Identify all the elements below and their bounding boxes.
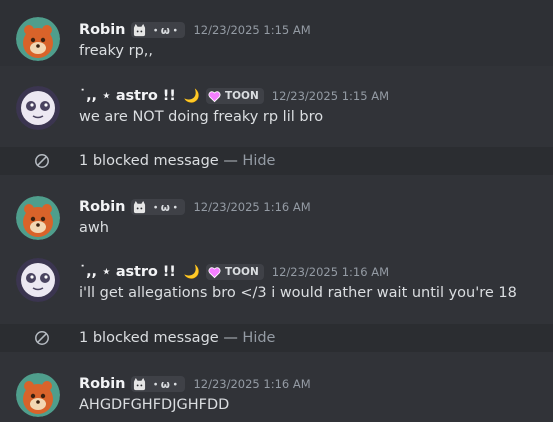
timestamp: 12/23/2025 1:15 AM xyxy=(271,89,389,103)
timestamp: 12/23/2025 1:15 AM xyxy=(193,23,311,37)
guild-tag[interactable]: TOON xyxy=(205,264,264,280)
avatar[interactable] xyxy=(16,373,60,417)
heart-icon xyxy=(208,90,221,102)
separator: — xyxy=(223,153,238,169)
timestamp: 12/23/2025 1:16 AM xyxy=(271,265,389,279)
moon-icon: 🌙 xyxy=(183,264,200,280)
blocked-message-label: 1 blocked message — Hide xyxy=(79,330,275,346)
timestamp: 12/23/2025 1:16 AM xyxy=(193,200,311,214)
cat-icon xyxy=(134,200,146,213)
guild-tag-text: ・ω・ xyxy=(150,378,181,391)
message-item[interactable]: Robin ・ω・ 12/23/2025 1:16 AM AHGDFGHFDJG… xyxy=(0,352,553,422)
blocked-message-label: 1 blocked message — Hide xyxy=(79,153,275,169)
guild-tag-text: ・ω・ xyxy=(150,24,181,37)
guild-tag-text: ・ω・ xyxy=(150,201,181,214)
heart-icon xyxy=(208,266,221,278)
separator: — xyxy=(223,330,238,346)
username[interactable]: ˙,, ⋆ astro !! xyxy=(79,264,176,280)
avatar[interactable] xyxy=(16,86,60,130)
moon-icon: 🌙 xyxy=(183,88,200,104)
username[interactable]: Robin xyxy=(79,199,125,215)
message-content: freaky rp,, xyxy=(79,43,154,59)
avatar[interactable] xyxy=(16,258,60,302)
timestamp: 12/23/2025 1:16 AM xyxy=(193,377,311,391)
guild-tag[interactable]: TOON xyxy=(205,88,264,104)
guild-tag[interactable]: ・ω・ xyxy=(131,22,186,38)
cat-icon xyxy=(134,23,146,36)
cat-icon xyxy=(134,377,146,390)
message-item[interactable]: ˙,, ⋆ astro !! 🌙 TOON 12/23/2025 1:15 AM… xyxy=(0,66,553,147)
chat-log: Robin ・ω・ 12/23/2025 1:15 AM freaky rp,, xyxy=(0,0,553,422)
message-content: we are NOT doing freaky rp lil bro xyxy=(79,109,324,125)
message-header: Robin ・ω・ 12/23/2025 1:16 AM xyxy=(79,197,311,217)
guild-tag[interactable]: ・ω・ xyxy=(131,376,186,392)
message-header: Robin ・ω・ 12/23/2025 1:15 AM xyxy=(79,20,311,40)
hide-link[interactable]: Hide xyxy=(242,330,275,346)
message-content: awh xyxy=(79,220,109,236)
message-content: AHGDFGHFDJGHFDD xyxy=(79,397,230,413)
message-item[interactable]: ˙,, ⋆ astro !! 🌙 TOON 12/23/2025 1:16 AM… xyxy=(0,245,553,324)
blocked-message-row[interactable]: 1 blocked message — Hide xyxy=(0,324,553,352)
message-content: i'll get allegations bro </3 i would rat… xyxy=(79,285,517,301)
message-item[interactable]: Robin ・ω・ 12/23/2025 1:15 AM freaky rp,, xyxy=(0,0,553,66)
guild-tag-text: TOON xyxy=(224,266,259,278)
message-header: Robin ・ω・ 12/23/2025 1:16 AM xyxy=(79,374,311,394)
username[interactable]: Robin xyxy=(79,22,125,38)
avatar[interactable] xyxy=(16,196,60,240)
blocked-icon xyxy=(35,331,49,345)
blocked-icon xyxy=(35,154,49,168)
username[interactable]: Robin xyxy=(79,376,125,392)
message-header: ˙,, ⋆ astro !! 🌙 TOON 12/23/2025 1:16 AM xyxy=(79,262,389,282)
guild-tag[interactable]: ・ω・ xyxy=(131,199,186,215)
username[interactable]: ˙,, ⋆ astro !! xyxy=(79,88,176,104)
guild-tag-text: TOON xyxy=(224,90,259,102)
blocked-count: 1 blocked message xyxy=(79,153,219,169)
message-header: ˙,, ⋆ astro !! 🌙 TOON 12/23/2025 1:15 AM xyxy=(79,86,389,106)
hide-link[interactable]: Hide xyxy=(242,153,275,169)
blocked-message-row[interactable]: 1 blocked message — Hide xyxy=(0,147,553,175)
avatar[interactable] xyxy=(16,17,60,61)
blocked-count: 1 blocked message xyxy=(79,330,219,346)
message-item[interactable]: Robin ・ω・ 12/23/2025 1:16 AM awh xyxy=(0,175,553,245)
